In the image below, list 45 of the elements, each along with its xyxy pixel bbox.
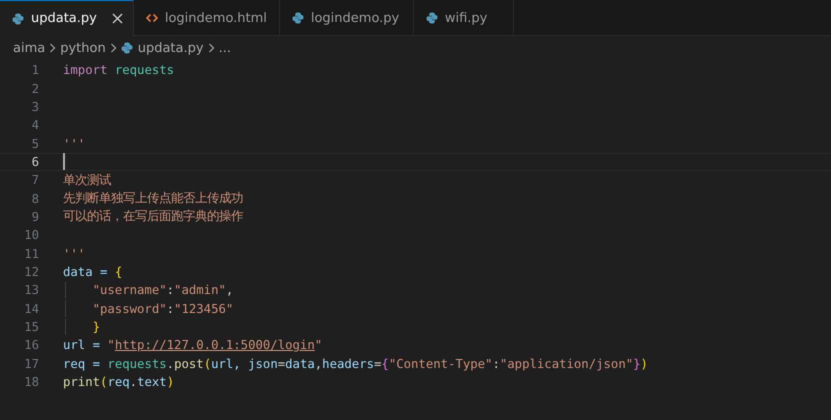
line-number: 1 bbox=[30, 63, 39, 78]
line-number: 11 bbox=[23, 246, 39, 261]
code-line: "password":"123456" bbox=[92, 302, 234, 316]
breadcrumb-more[interactable]: ... bbox=[218, 40, 231, 56]
line-number: 8 bbox=[30, 192, 39, 206]
code-line: print(req.text) bbox=[63, 375, 174, 390]
code-line: 先判断单独写上传点能否上传成功 bbox=[63, 190, 243, 208]
line-number: 2 bbox=[30, 82, 39, 96]
line-number: 16 bbox=[23, 338, 39, 352]
line-number: 6 bbox=[30, 154, 39, 169]
line-number: 13 bbox=[23, 283, 39, 298]
line-number: 18 bbox=[23, 375, 39, 390]
code-line: "username":"admin", bbox=[92, 283, 234, 298]
code-line: } bbox=[92, 320, 100, 334]
line-number: 7 bbox=[30, 173, 39, 188]
code-line: req = requests.post(url, json=data,headers={"Content-Type":"application/json"}) bbox=[63, 356, 648, 371]
code-brackets-icon bbox=[146, 12, 158, 24]
line-number: 4 bbox=[30, 118, 39, 132]
line-number: 5 bbox=[30, 136, 39, 151]
code-line: url = "http://127.0.0.1:5000/login" bbox=[63, 338, 322, 352]
line-number: 10 bbox=[23, 228, 39, 242]
code-line: data = { bbox=[63, 264, 122, 279]
editor-tab[interactable]: updata.py bbox=[0, 0, 134, 36]
chevron-icon bbox=[208, 43, 215, 53]
line-number: 12 bbox=[23, 264, 39, 279]
code-line: 单次测试 bbox=[63, 172, 111, 189]
code-line: ''' bbox=[63, 246, 86, 261]
chevron-icon bbox=[49, 43, 56, 53]
line-number: 3 bbox=[30, 100, 39, 114]
python-file-icon bbox=[12, 12, 24, 24]
close-icon[interactable] bbox=[112, 13, 123, 24]
line-number: 15 bbox=[23, 320, 39, 334]
line-number: 17 bbox=[23, 356, 39, 371]
code-line: ''' bbox=[63, 136, 86, 151]
code-line: 可以的话，在写后面跑字典的操作 bbox=[63, 208, 243, 226]
python-file-icon bbox=[426, 12, 438, 24]
breadcrumb-item[interactable]: updata.py bbox=[138, 40, 204, 56]
python-file-icon bbox=[292, 12, 304, 24]
python-file-icon bbox=[120, 42, 133, 54]
chevron-icon bbox=[110, 43, 117, 53]
breadcrumb-item[interactable]: python bbox=[60, 40, 106, 56]
code-line: import requests bbox=[63, 63, 174, 78]
line-number: 14 bbox=[23, 302, 39, 316]
breadcrumb-item[interactable]: aima bbox=[13, 40, 46, 56]
line-number: 9 bbox=[30, 210, 39, 224]
